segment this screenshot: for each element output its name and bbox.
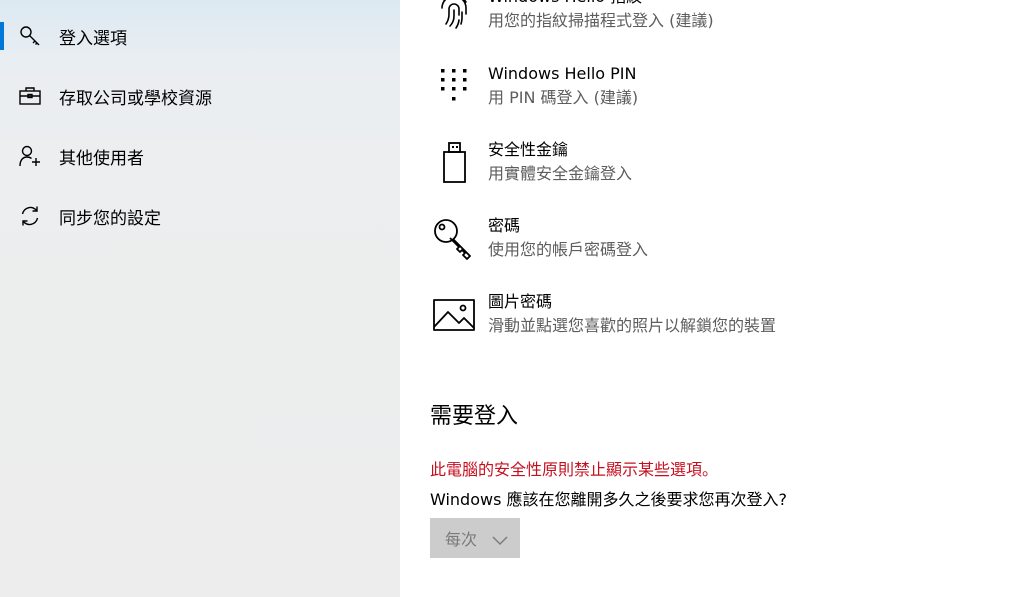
option-title: 安全性金鑰 — [488, 140, 569, 159]
policy-warning: 此電腦的安全性原則禁止顯示某些選項。 — [430, 460, 719, 479]
key-search-icon — [18, 24, 42, 48]
option-subtitle: 使用您的帳戶密碼登入 — [488, 240, 649, 259]
option-password[interactable]: 密碼 使用您的帳戶密碼登入 — [430, 215, 990, 275]
sidebar: 登入選項 存取公司或學校資源 其他使用者 同步您的設定 — [0, 0, 400, 597]
sidebar-item-label: 存取公司或學校資源 — [59, 88, 212, 109]
option-fingerprint[interactable]: Windows Hello 指紋 用您的指紋掃描程式登入 (建議) — [430, 0, 990, 46]
option-subtitle: 滑動並點選您喜歡的照片以解鎖您的裝置 — [488, 316, 777, 335]
option-subtitle: 用您的指紋掃描程式登入 (建議) — [488, 11, 714, 30]
sidebar-item-label: 登入選項 — [59, 28, 127, 49]
sidebar-item-sign-in-options[interactable]: 登入選項 — [0, 14, 400, 58]
option-subtitle: 用實體安全金鑰登入 — [488, 164, 633, 183]
option-title: 密碼 — [488, 216, 521, 235]
key-icon — [430, 215, 478, 263]
fingerprint-icon — [430, 0, 478, 34]
sidebar-item-sync-settings[interactable]: 同步您的設定 — [0, 194, 400, 238]
sync-icon — [18, 204, 42, 228]
picture-icon — [430, 291, 478, 339]
option-title: Windows Hello PIN — [488, 64, 637, 83]
require-signin-dropdown[interactable]: 每次 — [430, 518, 520, 558]
settings-window: 登入選項 存取公司或學校資源 其他使用者 同步您的設定 用您的指紋掃描程式登入 … — [0, 0, 1012, 597]
selection-indicator — [0, 22, 4, 50]
chevron-down-icon — [492, 531, 508, 545]
usb-key-icon — [430, 139, 478, 187]
option-subtitle: 用 PIN 碼登入 (建議) — [488, 88, 639, 107]
briefcase-icon — [18, 84, 42, 108]
option-picture-password[interactable]: 圖片密碼 滑動並點選您喜歡的照片以解鎖您的裝置 — [430, 291, 990, 351]
sidebar-item-other-users[interactable]: 其他使用者 — [0, 134, 400, 178]
sidebar-item-label: 其他使用者 — [59, 148, 144, 169]
require-signin-question: Windows 應該在您離開多久之後要求您再次登入? — [430, 490, 788, 509]
pin-keypad-icon — [430, 63, 478, 111]
option-security-key[interactable]: 安全性金鑰 用實體安全金鑰登入 — [430, 139, 990, 199]
sidebar-item-label: 同步您的設定 — [59, 208, 161, 229]
option-title: 圖片密碼 — [488, 292, 553, 311]
main-content: Windows Hello 指紋 用您的指紋掃描程式登入 (建議) — [400, 0, 1012, 597]
dropdown-value: 每次 — [445, 530, 478, 549]
option-title: Windows Hello 指紋 — [488, 0, 642, 8]
option-pin[interactable]: Windows Hello PIN 用 PIN 碼登入 (建議) — [430, 63, 990, 123]
add-person-icon — [18, 144, 42, 168]
sidebar-item-work-school[interactable]: 存取公司或學校資源 — [0, 74, 400, 118]
section-title-require-signin: 需要登入 — [430, 404, 519, 429]
